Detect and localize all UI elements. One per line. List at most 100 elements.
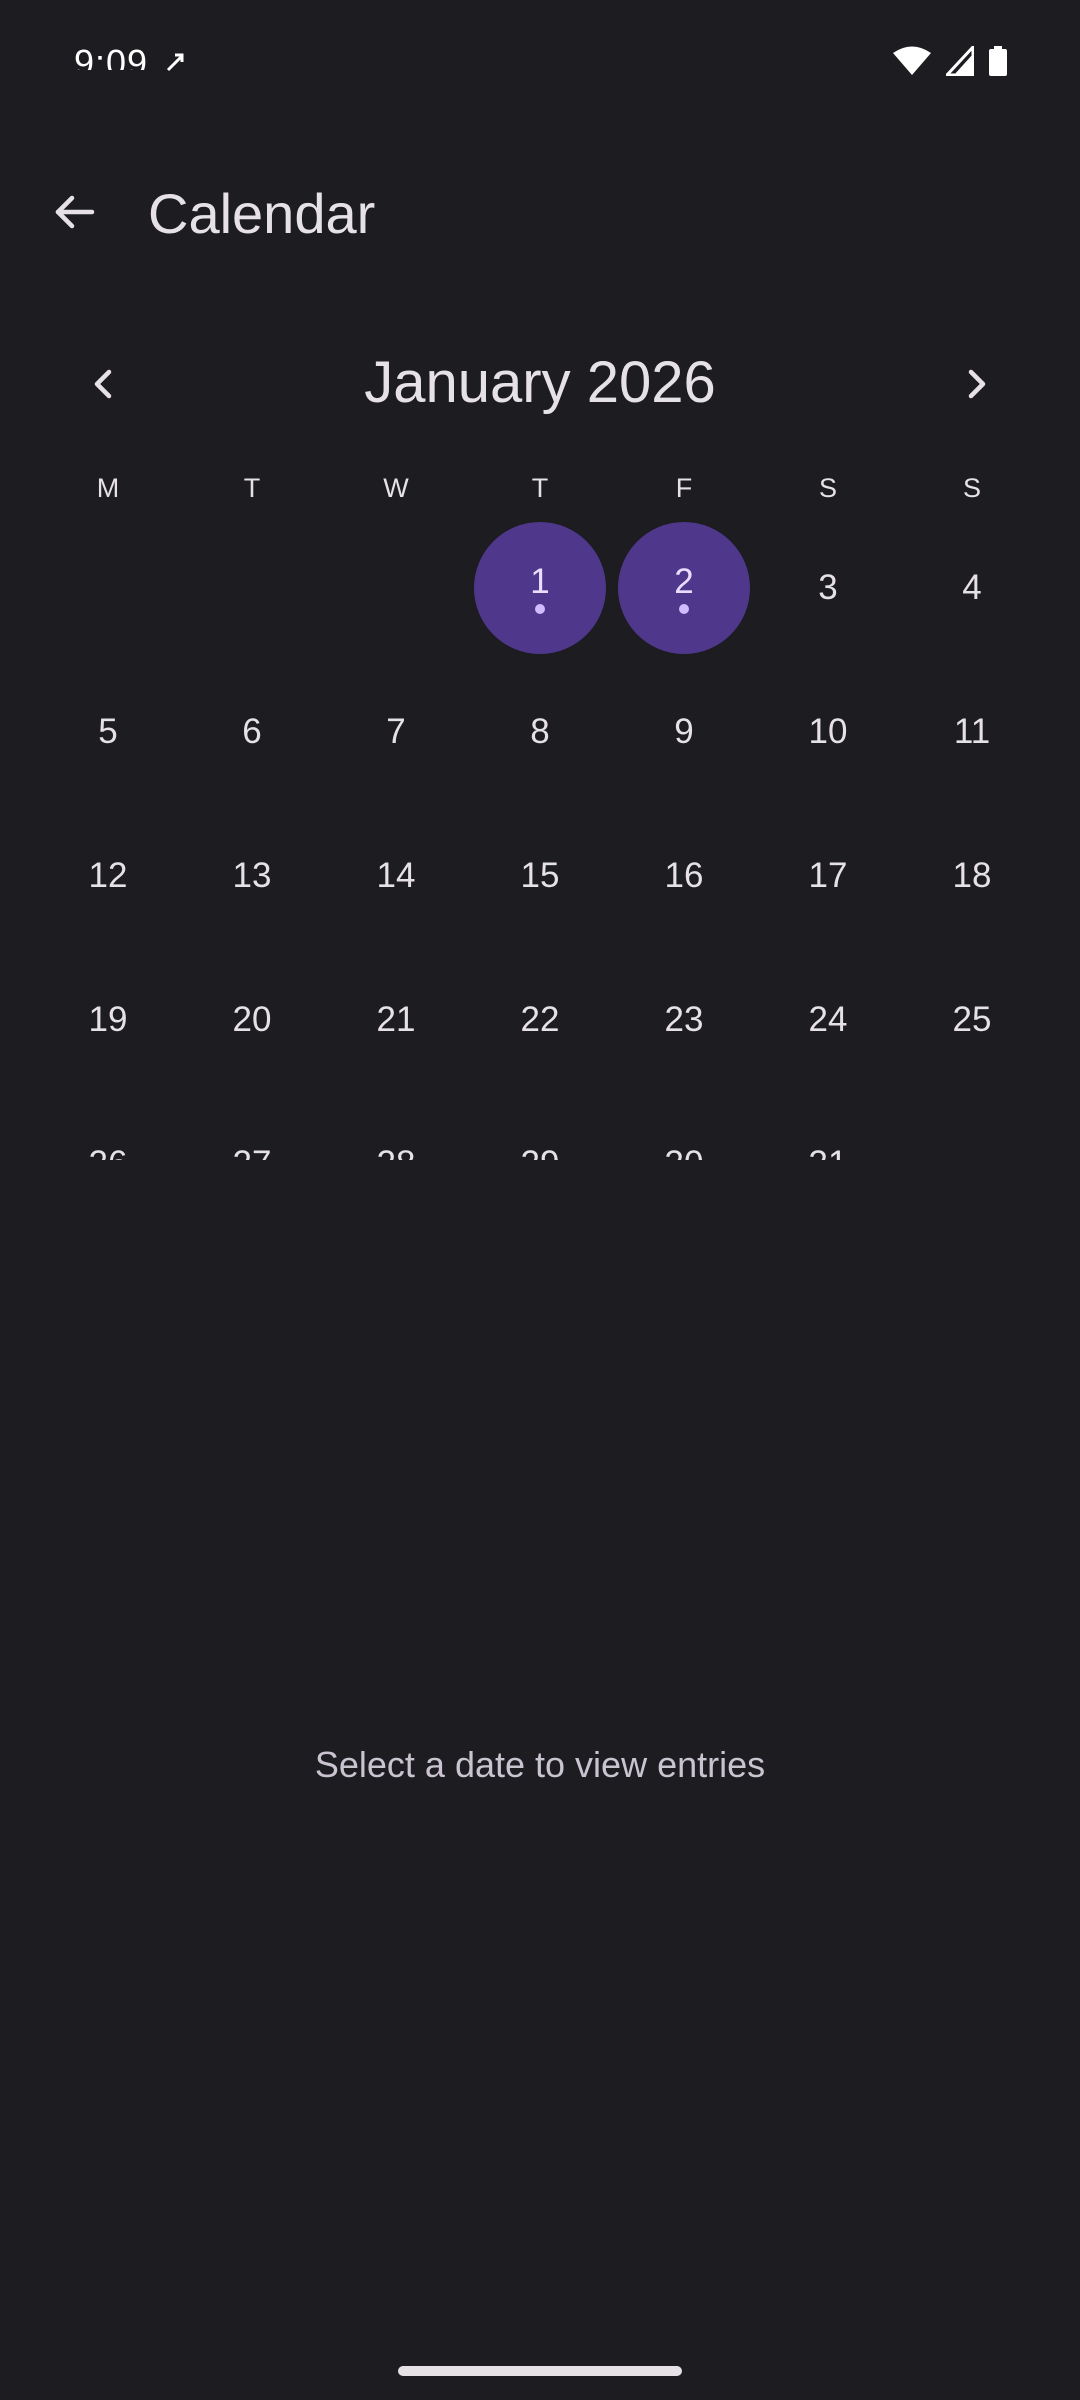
- calendar-grid: M T W T F S S 1 2 3 4 5 6 7 8 9 10 11 12 13 14 15 16 17 1…: [36, 460, 1044, 1160]
- day-number: 23: [664, 1000, 704, 1039]
- day-circle: 17: [762, 810, 894, 942]
- weekday-label: T: [243, 473, 261, 503]
- day-circle: 18: [906, 810, 1038, 942]
- day-circle: 20: [186, 954, 318, 1086]
- day-number: 31: [809, 1144, 848, 1160]
- arrow-back-icon: [55, 195, 95, 229]
- day-circle: 4: [906, 522, 1038, 654]
- day-cell[interactable]: 16: [612, 804, 756, 948]
- day-cell[interactable]: 4: [900, 516, 1044, 660]
- day-circle: 31: [762, 1098, 894, 1160]
- calendar-week-row: 26 27 28 29 30 31: [36, 1092, 1044, 1160]
- calendar-weeks: 1 2 3 4 5 6 7 8 9 10 11 12 13 14 15 16 17 18 19 20 21 22 23 24 2…: [36, 516, 1044, 1160]
- day-cell[interactable]: 23: [612, 948, 756, 1092]
- day-cell[interactable]: 26: [36, 1092, 180, 1160]
- day-cell[interactable]: 25: [900, 948, 1044, 1092]
- calendar-week-row: 1 2 3 4: [36, 516, 1044, 660]
- day-cell[interactable]: 30: [612, 1092, 756, 1160]
- day-cell[interactable]: 14: [324, 804, 468, 948]
- empty-day-cell: [36, 516, 180, 660]
- gesture-navigation-handle[interactable]: [398, 2366, 682, 2376]
- day-number: 29: [521, 1144, 560, 1160]
- day-circle: 2: [618, 522, 750, 654]
- day-number: 16: [664, 856, 704, 895]
- day-number: 15: [520, 856, 560, 895]
- day-circle: 7: [330, 666, 462, 798]
- day-number: 10: [808, 712, 848, 751]
- back-button[interactable]: [32, 170, 116, 254]
- day-number: 19: [88, 1000, 128, 1039]
- day-cell[interactable]: 31: [756, 1092, 900, 1160]
- day-number: 3: [818, 568, 838, 607]
- day-cell[interactable]: 13: [180, 804, 324, 948]
- day-cell[interactable]: 21: [324, 948, 468, 1092]
- day-circle: 13: [186, 810, 318, 942]
- status-icons: [892, 46, 1008, 76]
- day-cell[interactable]: 2: [612, 516, 756, 660]
- day-cell[interactable]: 3: [756, 516, 900, 660]
- day-cell[interactable]: 28: [324, 1092, 468, 1160]
- day-number: 4: [962, 568, 982, 607]
- day-number: 2: [674, 562, 694, 601]
- status-time: 9:09: [74, 42, 149, 70]
- weekday-label: F: [675, 473, 693, 503]
- empty-state-message: Select a date to view entries: [314, 1744, 766, 1785]
- day-cell[interactable]: 8: [468, 660, 612, 804]
- day-cell[interactable]: 9: [612, 660, 756, 804]
- calendar-week-row: 5 6 7 8 9 10 11: [36, 660, 1044, 804]
- day-cell[interactable]: 22: [468, 948, 612, 1092]
- day-circle: 11: [906, 666, 1038, 798]
- day-circle: 16: [618, 810, 750, 942]
- month-header: January 2026: [0, 330, 1080, 440]
- day-circle: 5: [42, 666, 174, 798]
- day-cell[interactable]: 6: [180, 660, 324, 804]
- day-cell[interactable]: 12: [36, 804, 180, 948]
- weekday-label: T: [531, 473, 549, 503]
- day-number: 26: [89, 1144, 128, 1160]
- day-number: 14: [376, 856, 416, 895]
- month-label: January 2026: [364, 350, 716, 415]
- empty-day-cell: [324, 516, 468, 660]
- wifi-icon: [893, 46, 931, 75]
- weekday-label: S: [818, 473, 837, 503]
- entry-indicator-dot: [535, 604, 545, 614]
- day-cell[interactable]: 17: [756, 804, 900, 948]
- day-cell[interactable]: 18: [900, 804, 1044, 948]
- day-cell[interactable]: 24: [756, 948, 900, 1092]
- day-cell[interactable]: 7: [324, 660, 468, 804]
- day-cell[interactable]: 11: [900, 660, 1044, 804]
- calendar-week-row: 19 20 21 22 23 24 25: [36, 948, 1044, 1092]
- day-number: 13: [232, 856, 272, 895]
- empty-day-cell: [900, 1092, 1044, 1160]
- chevron-right-icon: [968, 369, 986, 399]
- day-cell[interactable]: 5: [36, 660, 180, 804]
- day-cell[interactable]: 20: [180, 948, 324, 1092]
- day-cell[interactable]: 27: [180, 1092, 324, 1160]
- day-number: 12: [88, 856, 128, 895]
- day-circle: 9: [618, 666, 750, 798]
- day-number: 8: [530, 712, 550, 751]
- day-cell[interactable]: 10: [756, 660, 900, 804]
- day-number: 1: [530, 562, 550, 601]
- signal-icon: [946, 46, 974, 76]
- day-circle: 26: [42, 1098, 174, 1160]
- weekday-header-row: M T W T F S S: [36, 460, 1044, 516]
- day-cell[interactable]: 15: [468, 804, 612, 948]
- day-cell[interactable]: 29: [468, 1092, 612, 1160]
- day-cell[interactable]: 19: [36, 948, 180, 1092]
- weekday-label: W: [383, 473, 409, 503]
- day-circle: 10: [762, 666, 894, 798]
- status-bar: 9:09: [0, 0, 1080, 110]
- day-circle: 23: [618, 954, 750, 1086]
- weekday-label: S: [962, 473, 981, 503]
- battery-icon: [989, 46, 1007, 76]
- day-number: 7: [386, 712, 406, 751]
- day-number: 20: [232, 1000, 272, 1039]
- day-cell[interactable]: 1: [468, 516, 612, 660]
- day-circle: 3: [762, 522, 894, 654]
- day-number: 24: [808, 1000, 848, 1039]
- day-circle: 14: [330, 810, 462, 942]
- day-number: 28: [377, 1144, 416, 1160]
- next-month-button[interactable]: [934, 342, 1018, 426]
- day-number: 18: [952, 856, 992, 895]
